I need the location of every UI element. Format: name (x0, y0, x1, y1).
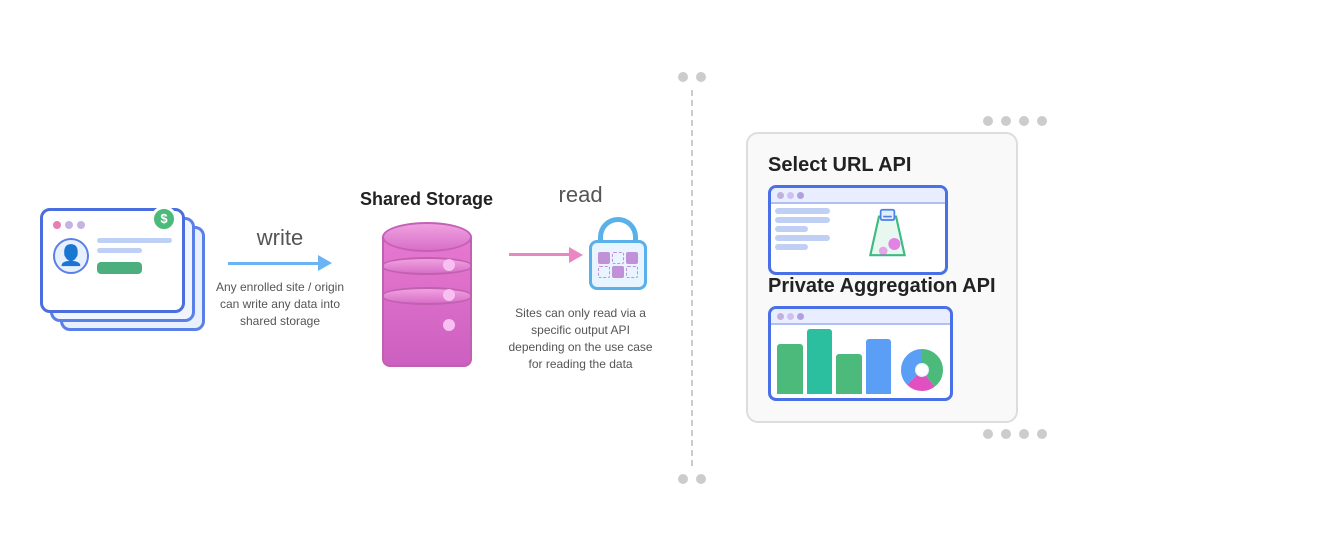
ptd-2 (1001, 116, 1011, 126)
bottom-dots (678, 474, 706, 484)
pbd-2 (1001, 429, 1011, 439)
right-panel: Select URL API (746, 132, 1017, 423)
card-stack: 👤 $ (40, 208, 210, 338)
lock-pattern (594, 248, 642, 282)
ptd-1 (983, 116, 993, 126)
select-url-api-title: Select URL API (768, 154, 995, 177)
db-dot-2 (443, 289, 455, 301)
storage-title: Shared Storage (360, 189, 493, 210)
write-arrow-line (228, 262, 318, 265)
dot-1 (65, 221, 73, 229)
write-arrow (228, 255, 332, 271)
browser-sidebar (775, 208, 830, 268)
write-arrow-section: write Any enrolled site / origin can wri… (215, 225, 345, 329)
pbd-1 (983, 429, 993, 439)
browser-body (771, 204, 945, 272)
lock-icon (583, 212, 653, 297)
chart-dot-2 (787, 313, 794, 320)
lock-cell-6 (626, 266, 638, 278)
browser-dot-2 (787, 192, 794, 199)
flask-icon (860, 208, 915, 268)
read-arrow-line (509, 253, 569, 256)
db-dot-1 (443, 259, 455, 271)
write-arrow-head (318, 255, 332, 271)
ptd-4 (1037, 116, 1047, 126)
db-dot-3 (443, 319, 455, 331)
dot-pink (53, 221, 61, 229)
right-panel-outer: Select URL API (726, 102, 1293, 453)
bar-3 (836, 354, 862, 394)
flask-area (834, 208, 941, 268)
top-dots (678, 72, 706, 82)
read-arrow-lock (509, 212, 653, 297)
card-stack-section: 👤 $ (40, 208, 210, 348)
chart-card-private-agg (768, 306, 953, 401)
bar-1 (777, 344, 803, 394)
dot-tl (678, 72, 688, 82)
dashed-line (691, 90, 693, 466)
card-lines (97, 238, 172, 274)
ptd-3 (1019, 116, 1029, 126)
read-description: Sites can only read via a specific outpu… (508, 305, 653, 372)
read-arrow (509, 247, 583, 263)
dot-2 (77, 221, 85, 229)
divider (678, 68, 706, 488)
bline-4 (775, 235, 830, 241)
lock-cell-1 (598, 252, 610, 264)
bline-2 (775, 217, 830, 223)
lock-cell-4 (598, 266, 610, 278)
lock-body (589, 240, 647, 290)
read-label: read (559, 182, 603, 208)
lock-cell-2 (612, 252, 624, 264)
db-top (382, 222, 472, 252)
db-body (382, 237, 472, 367)
pie-svg (899, 347, 945, 393)
browser-dot-3 (797, 192, 804, 199)
line-2 (97, 248, 142, 253)
panel-top-dots (736, 116, 1293, 126)
dot-br (696, 474, 706, 484)
user-icon: 👤 (59, 243, 84, 268)
db-band-1 (382, 257, 472, 275)
bline-3 (775, 226, 808, 232)
browser-dot-1 (777, 192, 784, 199)
pie-chart (899, 347, 944, 392)
shared-storage-section: Shared Storage (360, 189, 493, 367)
diagram-container: 👤 $ write Any enrolled site / origin can… (0, 0, 1333, 555)
private-aggregation-api-item: Private Aggregation API (768, 275, 995, 401)
chart-top-bar (771, 309, 950, 325)
card-front: 👤 $ (40, 208, 185, 313)
dot-bl (678, 474, 688, 484)
dot-tr (696, 72, 706, 82)
card-button (97, 262, 142, 274)
lock-cell-5 (612, 266, 624, 278)
pbd-4 (1037, 429, 1047, 439)
chart-dot-3 (797, 313, 804, 320)
chart-body (771, 325, 950, 398)
browser-card-select-url (768, 185, 948, 275)
db-cylinder (382, 222, 472, 367)
bline-1 (775, 208, 830, 214)
chart-dot-1 (777, 313, 784, 320)
select-url-api-item: Select URL API (768, 154, 995, 275)
private-aggregation-api-title: Private Aggregation API (768, 275, 995, 298)
write-label: write (257, 225, 303, 251)
avatar: 👤 (53, 238, 89, 274)
db-band-2 (382, 287, 472, 305)
write-description: Any enrolled site / origin can write any… (215, 279, 345, 329)
read-lock-section: read Sites ca (508, 182, 653, 372)
browser-top-bar (771, 188, 945, 204)
card-body: 👤 (53, 238, 172, 274)
lock-cell-3 (626, 252, 638, 264)
read-arrow-head (569, 247, 583, 263)
line-1 (97, 238, 172, 243)
dollar-coin: $ (151, 206, 177, 232)
pbd-3 (1019, 429, 1029, 439)
bar-4 (866, 339, 892, 394)
bline-5 (775, 244, 808, 250)
panel-bottom-dots (736, 429, 1293, 439)
bar-2 (807, 329, 833, 394)
